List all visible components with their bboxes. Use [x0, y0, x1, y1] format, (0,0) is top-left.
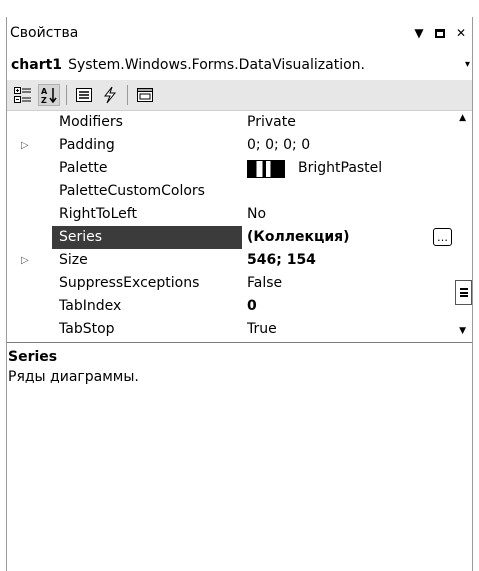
- svg-text:Z: Z: [41, 96, 47, 104]
- expand-icon[interactable]: ▷: [21, 134, 29, 157]
- property-name[interactable]: Palette: [52, 157, 242, 180]
- property-value-text: Private: [247, 114, 296, 130]
- property-rows: Modifiers Private ▷ Padding 0; 0; 0; 0 Palett…: [7, 111, 472, 341]
- selected-object-name: chart1: [11, 56, 63, 73]
- panel-title: Свойства: [10, 25, 79, 41]
- collection-editor-button[interactable]: …: [433, 228, 452, 246]
- property-name[interactable]: SuppressExceptions: [52, 272, 242, 295]
- property-name[interactable]: Padding: [52, 134, 242, 157]
- property-value[interactable]: 0; 0; 0; 0: [247, 134, 310, 157]
- palette-swatch-icon: [247, 159, 285, 178]
- title-bar: Свойства ▼ ✕: [7, 17, 472, 49]
- property-row[interactable]: Modifiers Private: [7, 111, 472, 134]
- property-name[interactable]: RightToLeft: [52, 203, 242, 226]
- property-row[interactable]: RightToLeft No: [7, 203, 472, 226]
- property-name[interactable]: Size: [52, 249, 242, 272]
- property-value[interactable]: Private: [247, 111, 296, 134]
- properties-icon[interactable]: [73, 84, 95, 106]
- scroll-down-icon[interactable]: ▼: [459, 326, 466, 336]
- description-text: Ряды диаграммы.: [8, 369, 139, 385]
- properties-toolbar: A Z: [7, 80, 472, 111]
- property-value-text: BrightPastel: [298, 160, 383, 176]
- description-pane: Series Ряды диаграммы.: [7, 343, 472, 387]
- property-value[interactable]: 546; 154: [247, 249, 316, 272]
- property-value[interactable]: BrightPastel: [247, 157, 382, 180]
- property-grid: Modifiers Private ▷ Padding 0; 0; 0; 0 Palett…: [7, 111, 472, 343]
- property-value-text: False: [247, 275, 283, 291]
- property-name[interactable]: TabIndex: [52, 295, 242, 318]
- property-value-text: (Коллекция): [247, 229, 350, 245]
- maximize-icon[interactable]: [433, 26, 447, 40]
- object-selector[interactable]: chart1 System.Windows.Forms.DataVisualiz…: [7, 49, 472, 80]
- property-name[interactable]: TabStop: [52, 318, 242, 341]
- events-icon[interactable]: [99, 84, 121, 106]
- property-value[interactable]: True: [247, 318, 277, 341]
- alphabetical-icon[interactable]: A Z: [38, 84, 60, 106]
- toolbar-separator: [127, 85, 128, 105]
- grip-icon: [459, 288, 468, 297]
- property-value[interactable]: (Коллекция): [247, 226, 350, 249]
- property-name[interactable]: PaletteCustomColors: [52, 180, 242, 203]
- property-row[interactable]: ▷ Size 546; 154: [7, 249, 472, 272]
- scroll-up-icon[interactable]: ▲: [459, 113, 466, 123]
- window-position-dropdown-icon[interactable]: ▼: [412, 26, 426, 40]
- scrollbar-thumb[interactable]: [455, 280, 472, 305]
- property-name[interactable]: Series: [52, 226, 242, 249]
- property-row[interactable]: PaletteCustomColors: [7, 180, 472, 203]
- property-row[interactable]: Series (Коллекция) …: [7, 226, 472, 249]
- description-title: Series: [8, 349, 58, 365]
- close-icon[interactable]: ✕: [454, 26, 468, 40]
- property-value-text: 0; 0; 0; 0: [247, 137, 311, 153]
- property-value-text: 0: [247, 298, 257, 314]
- properties-panel: Свойства ▼ ✕ chart1 System.Windows.Forms…: [6, 17, 473, 571]
- svg-text:A: A: [41, 87, 48, 96]
- property-row[interactable]: TabStop True: [7, 318, 472, 341]
- property-name[interactable]: Modifiers: [52, 111, 242, 134]
- title-controls: ▼ ✕: [412, 17, 468, 49]
- toolbar-separator: [66, 85, 67, 105]
- categorized-icon[interactable]: [12, 84, 34, 106]
- selected-object-type: System.Windows.Forms.DataVisualization.: [68, 56, 365, 73]
- object-selector-dropdown-icon[interactable]: ▾: [461, 49, 470, 80]
- property-pages-icon[interactable]: [134, 84, 156, 106]
- property-value-text: 546; 154: [247, 252, 316, 268]
- property-row[interactable]: Palette BrightPastel: [7, 157, 472, 180]
- property-value-text: No: [247, 206, 267, 222]
- property-row[interactable]: SuppressExceptions False: [7, 272, 472, 295]
- property-value-text: True: [247, 321, 277, 337]
- property-value[interactable]: No: [247, 203, 266, 226]
- expand-icon[interactable]: ▷: [21, 249, 29, 272]
- property-row[interactable]: ▷ Padding 0; 0; 0; 0: [7, 134, 472, 157]
- property-row[interactable]: TabIndex 0: [7, 295, 472, 318]
- property-value[interactable]: False: [247, 272, 282, 295]
- property-value[interactable]: 0: [247, 295, 257, 318]
